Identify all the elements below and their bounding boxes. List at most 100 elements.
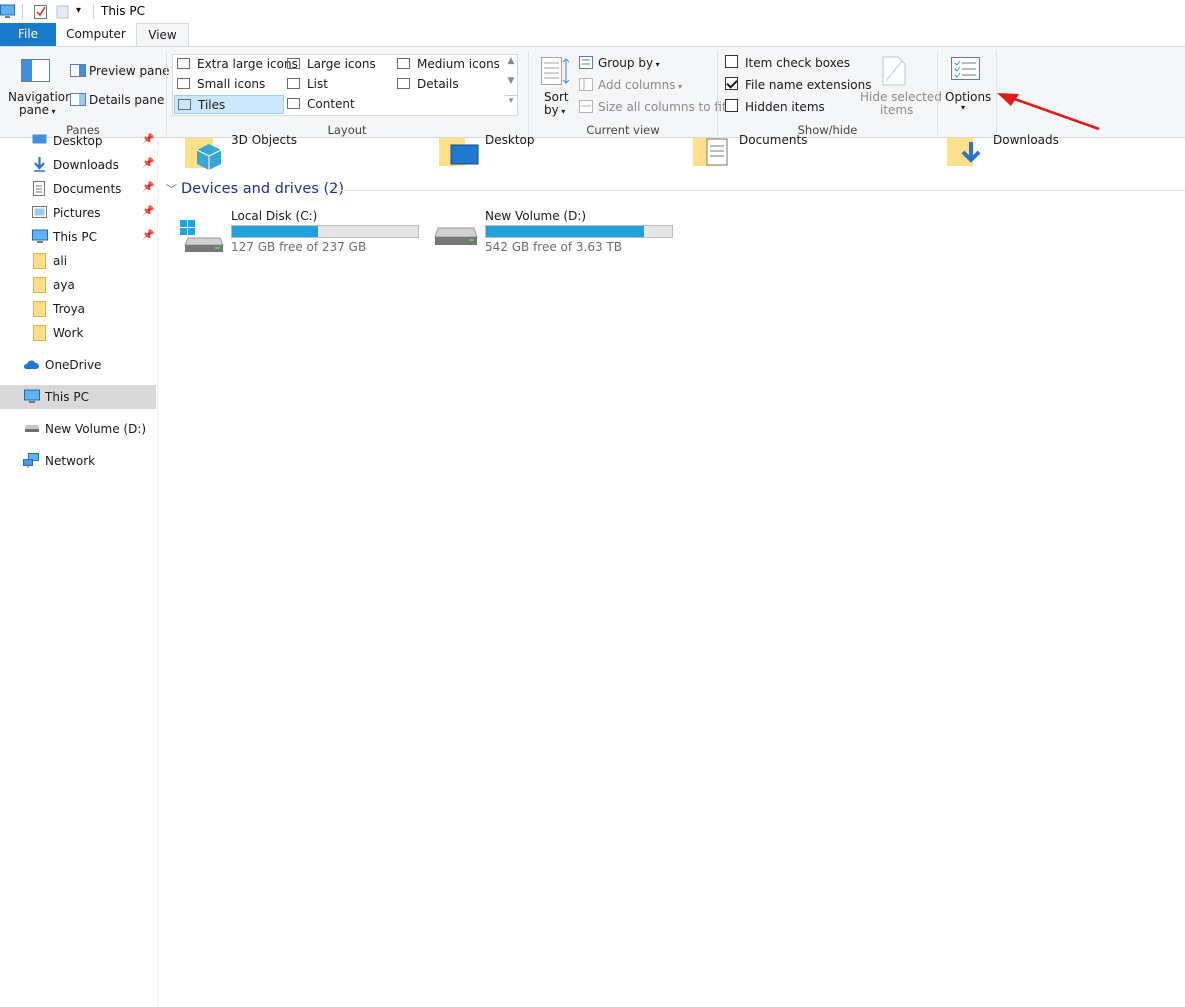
options-button[interactable]: Options — [945, 90, 991, 104]
list-icon — [287, 78, 300, 89]
layout-content[interactable]: Content — [284, 95, 390, 114]
content-icon — [287, 98, 300, 109]
nav-item-troya[interactable]: Troya — [0, 297, 156, 321]
downloads-folder-icon — [947, 138, 987, 168]
pin-icon: 📌 — [142, 158, 155, 169]
window-title: This PC — [101, 4, 145, 18]
layout-list[interactable]: List — [284, 75, 390, 94]
drive-free-space: 542 GB free of 3.63 TB — [485, 240, 623, 254]
layout-more-icon[interactable]: ▾ — [505, 95, 517, 115]
details-pane-button[interactable]: Details pane — [89, 93, 164, 107]
new-folder-icon[interactable] — [56, 3, 70, 20]
drive-name: New Volume (D:) — [485, 209, 587, 223]
options-dropdown-icon[interactable]: ▾ — [961, 103, 965, 112]
item-check-boxes-label: Item check boxes — [745, 56, 851, 70]
layout-extra-large-icons[interactable]: Extra large icons — [174, 55, 298, 74]
large-icons-icon — [287, 58, 300, 69]
customize-toolbar-icon[interactable]: ▾ — [76, 5, 86, 22]
extra-large-icons-icon — [177, 58, 190, 69]
size-all-columns-button[interactable]: Size all columns to fit — [598, 100, 727, 114]
sort-by-button[interactable]: Sort — [544, 90, 569, 104]
navigation-pane-button[interactable]: Navigation — [8, 90, 73, 104]
folder-label: Downloads — [993, 133, 1059, 147]
properties-icon[interactable] — [33, 3, 49, 20]
drive-usage-fill — [232, 226, 318, 237]
folder-label: Documents — [739, 133, 808, 147]
network-icon — [23, 453, 41, 468]
layout-gallery: Extra large icons Large icons Medium ico… — [172, 54, 518, 116]
downloads-icon — [32, 157, 47, 172]
add-columns-button[interactable]: Add columns ▾ — [598, 78, 682, 92]
this-pc-icon — [24, 389, 40, 404]
navigation-pane: Desktop 📌 Downloads 📌 Documents 📌 Pictur… — [0, 134, 158, 1007]
nav-item-aya[interactable]: aya — [0, 273, 156, 297]
this-pc-icon[interactable] — [0, 3, 16, 20]
add-columns-icon — [579, 78, 594, 92]
layout-small-icons[interactable]: Small icons — [174, 75, 282, 94]
nav-item-desktop[interactable]: Desktop 📌 — [0, 129, 156, 153]
this-pc-icon — [32, 229, 48, 244]
medium-icons-icon — [397, 58, 410, 69]
drive-usage-bar — [485, 225, 673, 238]
folder-icon — [33, 277, 46, 293]
layout-tiles[interactable]: Tiles — [174, 95, 284, 114]
group-by-button[interactable]: Group by ▾ — [598, 56, 660, 70]
hidden-items-checkbox[interactable] — [725, 99, 738, 112]
drive-new-volume-d[interactable]: New Volume (D:) 542 GB free of 3.63 TB — [434, 206, 684, 256]
drive-local-disk-c[interactable]: Local Disk (C:) 127 GB free of 237 GB — [180, 206, 430, 256]
desktop-icon — [32, 133, 47, 147]
small-icons-icon — [177, 78, 190, 89]
options-icon — [951, 57, 981, 81]
nav-item-new-volume-d[interactable]: New Volume (D:) — [0, 417, 156, 441]
item-check-boxes-checkbox[interactable] — [725, 55, 738, 68]
folder-downloads[interactable]: Downloads — [947, 130, 1185, 170]
hide-selected-items-button[interactable]: Hide selected — [860, 90, 942, 104]
drive-usage-fill — [486, 226, 645, 237]
nav-item-this-pc-pinned[interactable]: This PC 📌 — [0, 225, 156, 249]
drive-icon — [24, 424, 40, 433]
navigation-pane-button-line2[interactable]: pane ▾ — [19, 103, 56, 117]
layout-large-icons[interactable]: Large icons — [284, 55, 390, 74]
documents-folder-icon — [693, 138, 731, 168]
3d-objects-folder-icon — [185, 138, 223, 172]
devices-and-drives-header[interactable]: ﹀ Devices and drives (2) — [166, 181, 344, 197]
nav-item-ali[interactable]: ali — [0, 249, 156, 273]
nav-item-work[interactable]: Work — [0, 321, 156, 345]
tiles-icon — [178, 99, 191, 110]
windows-drive-icon — [180, 220, 224, 254]
folder-icon — [33, 253, 46, 269]
tab-computer[interactable]: Computer — [56, 23, 136, 47]
navigation-pane-icon — [21, 59, 51, 83]
layout-scroll-down-icon[interactable]: ▼ — [505, 76, 517, 96]
nav-item-network[interactable]: Network — [0, 449, 156, 473]
chevron-down-icon[interactable]: ﹀ — [166, 183, 177, 196]
tab-file[interactable]: File — [0, 23, 56, 47]
size-columns-icon — [579, 100, 594, 114]
layout-scroll-up-icon[interactable]: ▲ — [505, 56, 517, 76]
folder-documents[interactable]: Documents — [693, 130, 943, 170]
preview-pane-button[interactable]: Preview pane — [89, 64, 169, 78]
details-icon — [397, 78, 410, 89]
nav-item-this-pc[interactable]: This PC — [0, 385, 156, 409]
folder-desktop[interactable]: Desktop — [439, 130, 689, 170]
hidden-items-label: Hidden items — [745, 100, 825, 114]
drive-name: Local Disk (C:) — [231, 209, 318, 223]
nav-item-downloads[interactable]: Downloads 📌 — [0, 153, 156, 177]
pictures-icon — [32, 205, 47, 219]
nav-item-documents[interactable]: Documents 📌 — [0, 177, 156, 201]
hide-selected-items-button-line2[interactable]: items — [880, 103, 913, 117]
tab-view[interactable]: View — [136, 23, 189, 47]
file-name-extensions-checkbox[interactable] — [725, 77, 738, 90]
sort-by-icon — [541, 57, 571, 87]
red-arrow-annotation — [995, 90, 1105, 135]
folder-3d-objects[interactable]: 3D Objects — [185, 130, 435, 170]
details-pane-icon — [70, 93, 86, 106]
file-name-extensions-label: File name extensions — [745, 78, 872, 92]
pin-icon: 📌 — [142, 206, 155, 217]
sort-by-button-line2[interactable]: by ▾ — [544, 103, 565, 117]
onedrive-icon — [23, 359, 41, 370]
layout-medium-icons[interactable]: Medium icons — [394, 55, 504, 74]
nav-item-pictures[interactable]: Pictures 📌 — [0, 201, 156, 225]
nav-item-onedrive[interactable]: OneDrive — [0, 353, 156, 377]
layout-details[interactable]: Details — [394, 75, 504, 94]
